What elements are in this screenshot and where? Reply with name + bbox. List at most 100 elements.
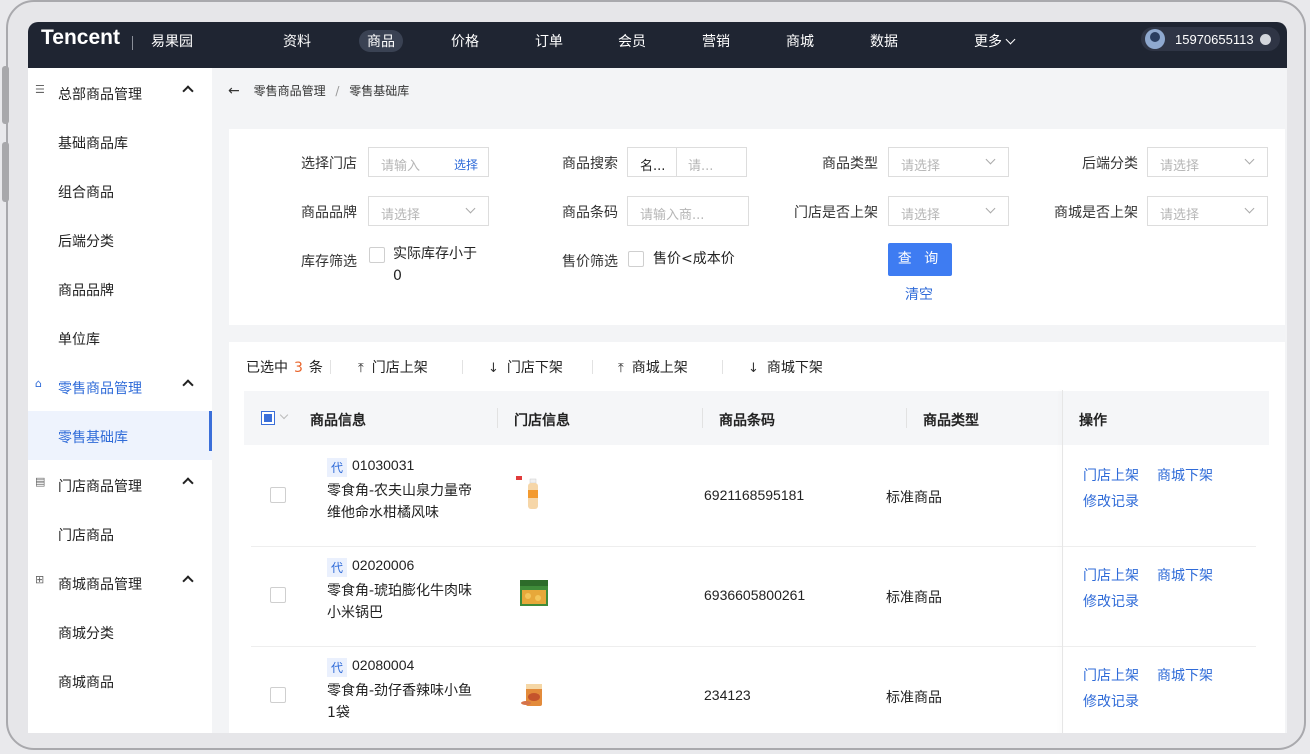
mall-listed-select[interactable]: 请选择: [1147, 196, 1268, 226]
brand-select[interactable]: 请选择: [368, 196, 489, 226]
sidebar-item-label: 零售商品管理: [58, 381, 142, 397]
product-name: 零食角-农夫山泉力量帝维他命水柑橘风味: [327, 483, 473, 521]
agent-tag: 代: [327, 558, 348, 577]
row-checkbox[interactable]: [270, 687, 286, 703]
product-thumbnail-bottle: [516, 476, 538, 509]
barcode-input-placeholder: 请输入商...: [640, 208, 705, 223]
brand-select-placeholder: 请选择: [381, 208, 421, 223]
price-filter-checkbox[interactable]: [628, 251, 644, 267]
row-history-link[interactable]: 修改记录: [1083, 591, 1139, 611]
row-history-link[interactable]: 修改记录: [1083, 491, 1139, 511]
back-arrow-icon[interactable]: ←: [228, 83, 240, 99]
select-all-checkbox[interactable]: [261, 411, 275, 425]
sidebar-item-label: 组合商品: [58, 185, 114, 201]
row-checkbox[interactable]: [270, 487, 286, 503]
stock-option-line2: 0: [393, 268, 402, 284]
store-listed-filter-label: 门店是否上架: [794, 205, 878, 221]
sidebar-item-label: 商城商品管理: [58, 577, 142, 593]
sidebar-item-unit[interactable]: 单位库: [28, 313, 212, 362]
nav-item-mall[interactable]: 商城: [786, 31, 814, 51]
sidebar-group-hq-products[interactable]: ☰ 总部商品管理: [28, 68, 212, 117]
sidebar-group-retail[interactable]: ⌂ 零售商品管理: [28, 362, 212, 411]
table-row: 代 01030031 零食角-农夫山泉力量帝维他命水柑橘风味 692116859…: [251, 446, 1256, 547]
barcode-input[interactable]: 请输入商...: [627, 196, 749, 226]
store-input-placeholder: 请输入: [381, 159, 421, 174]
search-input[interactable]: 请...: [688, 155, 713, 174]
toolbar-divider: [330, 360, 331, 374]
sidebar-item-mall-category[interactable]: 商城分类: [28, 607, 212, 656]
product-code: 01030031: [352, 457, 415, 473]
row-checkbox[interactable]: [270, 587, 286, 603]
chevron-up-icon: [182, 575, 194, 587]
chevron-down-icon[interactable]: [279, 410, 289, 420]
top-nav-bar: Tencent 易果园 资料 商品 价格 订单 会员 营销 商城 数据 更多 1…: [28, 22, 1287, 68]
nav-item-marketing[interactable]: 营销: [702, 31, 730, 51]
store-name[interactable]: 易果园: [151, 31, 193, 51]
mall-delist-label: 商城下架: [766, 360, 823, 376]
store-listed-select[interactable]: 请选择: [888, 196, 1009, 226]
chevron-down-icon: [985, 203, 996, 214]
sidebar-item-base-library[interactable]: 基础商品库: [28, 117, 212, 166]
row-mall-delist-link[interactable]: 商城下架: [1157, 465, 1213, 485]
store-select-link[interactable]: 选择: [454, 156, 478, 173]
sidebar-item-store-products[interactable]: 门店商品: [28, 509, 212, 558]
upload-icon: ⤒: [618, 361, 624, 376]
sidebar-group-mall-products[interactable]: ⊞ 商城商品管理: [28, 558, 212, 607]
breadcrumb: ← 零售商品管理 / 零售基础库: [228, 82, 409, 99]
mall-list-button[interactable]: ⤒ 商城上架: [618, 357, 688, 377]
product-list-panel: 已选中 3 条 ⤒ 门店上架 ↓ 门店下架 ⤒ 商城上架 ↓ 商城下架 商品信息 门店信息 …: [229, 342, 1285, 733]
column-divider: [497, 408, 498, 428]
search-divider: [676, 148, 677, 176]
sidebar-item-combo[interactable]: 组合商品: [28, 166, 212, 215]
mall-delist-button[interactable]: ↓ 商城下架: [748, 357, 823, 377]
sidebar-item-retail-base[interactable]: 零售基础库: [28, 411, 212, 460]
store-list-button[interactable]: ⤒ 门店上架: [358, 357, 428, 377]
store-delist-label: 门店下架: [506, 360, 563, 376]
sidebar-group-store-products[interactable]: ▤ 门店商品管理: [28, 460, 212, 509]
nav-item-data[interactable]: 资料: [283, 31, 311, 51]
product-thumbnail-fish-bag: [521, 684, 542, 706]
row-store-list-link[interactable]: 门店上架: [1083, 465, 1139, 485]
table-row: 代 02020006 零食角-琥珀膨化牛肉味小米锅巴 6936605800261…: [251, 546, 1256, 647]
product-barcode: 6936605800261: [704, 587, 806, 603]
search-mode-select[interactable]: 名...: [640, 155, 665, 174]
stock-filter-checkbox[interactable]: [369, 247, 385, 263]
search-filter-label: 商品搜索: [562, 156, 618, 172]
product-barcode: 6921168595181: [704, 487, 805, 503]
sidebar-item-label: 基础商品库: [58, 136, 128, 152]
query-button[interactable]: 查 询: [888, 243, 952, 276]
price-filter-option: 售价<成本价: [653, 251, 735, 267]
column-type: 商品类型: [923, 413, 979, 429]
nav-item-orders[interactable]: 订单: [535, 31, 563, 51]
price-filter-label: 售价筛选: [562, 254, 618, 270]
store-delist-button[interactable]: ↓ 门店下架: [488, 357, 563, 377]
nav-item-products[interactable]: 商品: [359, 30, 403, 52]
column-actions: 操作: [1079, 413, 1107, 429]
row-store-list-link[interactable]: 门店上架: [1083, 665, 1139, 685]
nav-item-members[interactable]: 会员: [618, 31, 646, 51]
sidebar-item-brand[interactable]: 商品品牌: [28, 264, 212, 313]
list-icon: ☰: [35, 83, 45, 96]
toolbar-divider: [462, 360, 463, 374]
type-select[interactable]: 请选择: [888, 147, 1009, 177]
clear-link[interactable]: 清空: [905, 284, 933, 304]
search-input-group: 名... 请...: [627, 147, 747, 177]
nav-item-price[interactable]: 价格: [451, 31, 479, 51]
nav-more-label: 更多: [974, 34, 1002, 50]
row-mall-delist-link[interactable]: 商城下架: [1157, 565, 1213, 585]
row-store-list-link[interactable]: 门店上架: [1083, 565, 1139, 585]
brand-filter-label: 商品品牌: [301, 205, 357, 221]
avatar: [1145, 29, 1165, 49]
sidebar-item-label: 商城商品: [58, 675, 114, 691]
category-select[interactable]: 请选择: [1147, 147, 1268, 177]
nav-item-analytics[interactable]: 数据: [870, 31, 898, 51]
row-history-link[interactable]: 修改记录: [1083, 691, 1139, 711]
user-menu[interactable]: 15970655113: [1141, 27, 1280, 51]
nav-item-more[interactable]: 更多: [974, 31, 1016, 51]
store-filter-label: 选择门店: [301, 156, 357, 172]
sidebar-item-mall-products[interactable]: 商城商品: [28, 656, 212, 705]
breadcrumb-parent[interactable]: 零售商品管理: [254, 84, 326, 98]
store-input[interactable]: 请输入 选择: [368, 147, 489, 177]
sidebar-item-backend-category[interactable]: 后端分类: [28, 215, 212, 264]
row-mall-delist-link[interactable]: 商城下架: [1157, 665, 1213, 685]
